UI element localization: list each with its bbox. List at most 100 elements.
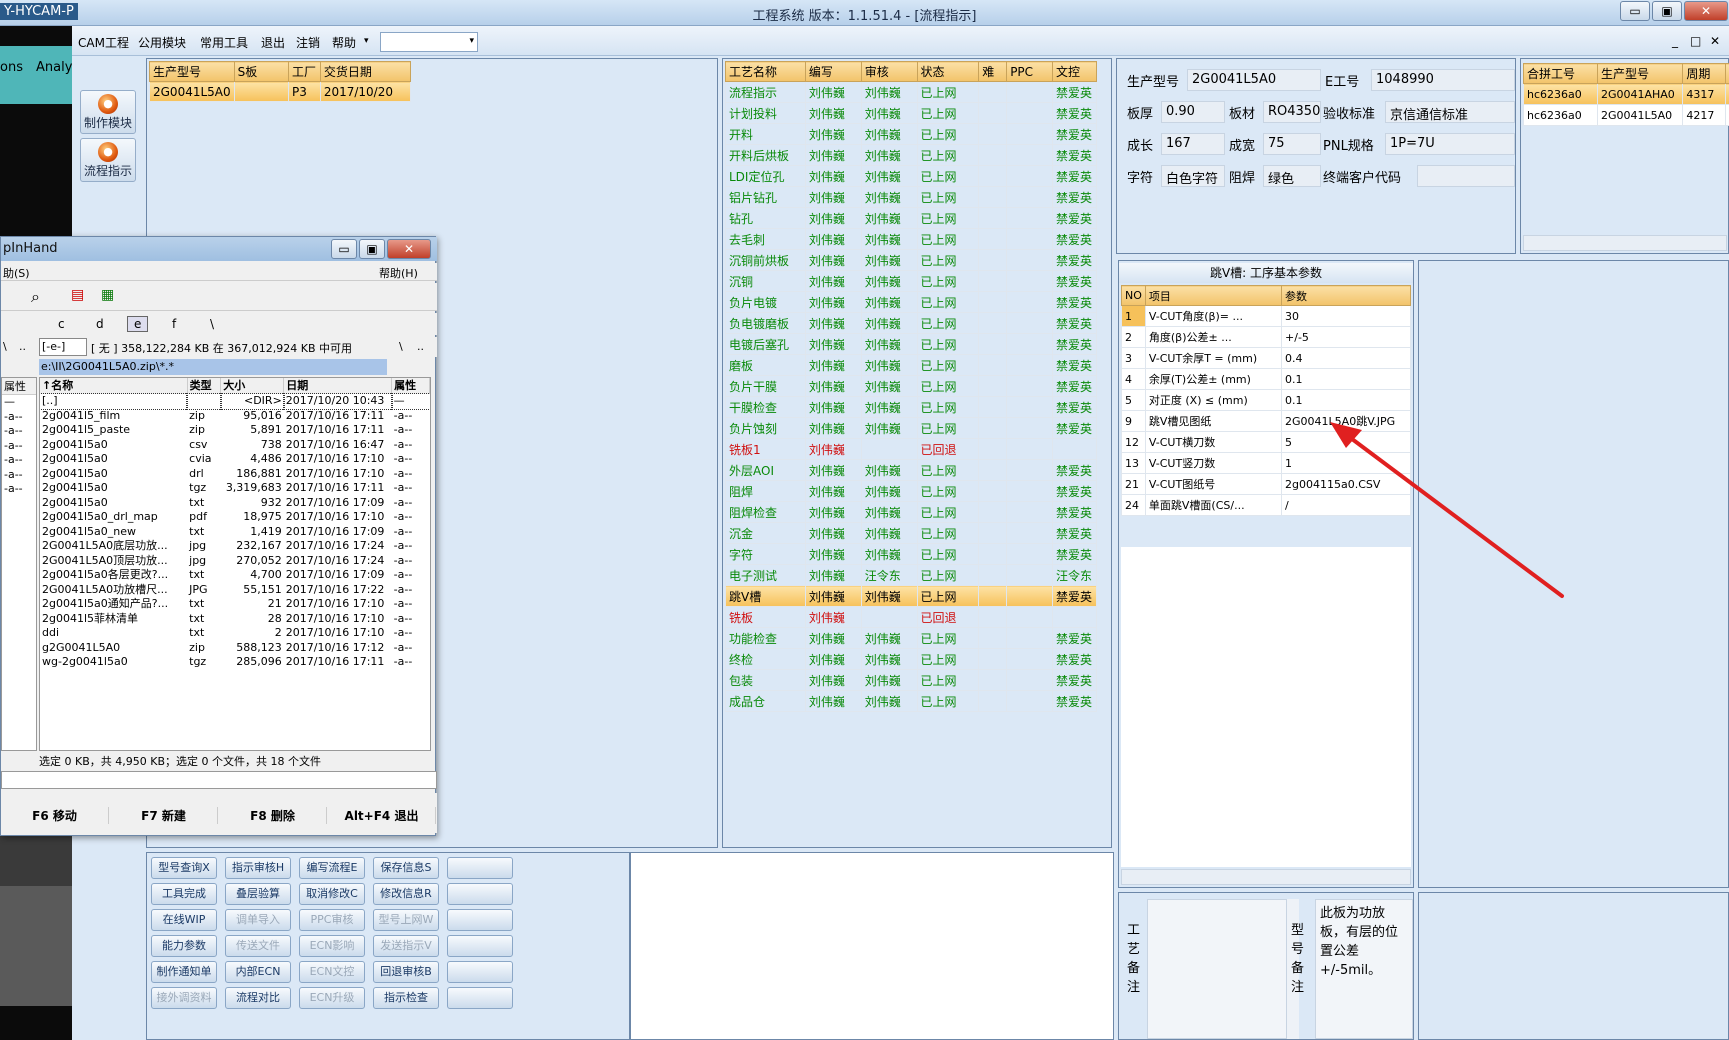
process-grid-row[interactable]: 包装 刘伟巍 刘伟巍 已上网 禁爱英 (725, 669, 1098, 691)
material-field[interactable]: RO4350B (1263, 101, 1321, 123)
action-button[interactable]: 发送指示V (373, 935, 439, 957)
action-button[interactable]: PPC审核 (299, 909, 365, 931)
drive-button-4[interactable]: \ (203, 316, 221, 332)
process-grid-row[interactable]: 阻焊 刘伟巍 刘伟巍 已上网 禁爱英 (725, 480, 1098, 502)
action-button[interactable] (447, 857, 513, 879)
fm-file-row[interactable]: 2g0041l5a0_drl_map pdf 18,975 2017/10/16 17… (40, 510, 430, 525)
mdi-minimize[interactable]: _ (1672, 34, 1678, 48)
menu-cam-project[interactable]: CAM工程 (78, 34, 129, 51)
process-grid-row[interactable]: 计划投料 刘伟巍 刘伟巍 已上网 禁爱英 (725, 102, 1098, 124)
param-grid-header[interactable]: 项目 (1144, 285, 1283, 306)
action-button[interactable]: 工具完成 (151, 883, 217, 905)
action-button[interactable]: ECN影响 (299, 935, 365, 957)
process-grid-row[interactable]: 功能检查 刘伟巍 刘伟巍 已上网 禁爱英 (725, 627, 1098, 649)
action-button[interactable]: 指示审核H (225, 857, 291, 879)
fm-drive-combo[interactable]: [-e-] (39, 338, 87, 356)
process-grid-row[interactable]: 铣板 刘伟巍 已回退 (725, 606, 1098, 628)
fm-file-header[interactable]: 日期 (283, 378, 393, 394)
fm-file-row[interactable]: 2g0041l5_paste zip 5,891 2017/10/16 17:11 -a… (40, 423, 430, 438)
menu-help[interactable]: 帮助 (332, 34, 356, 51)
fm-left-nav-back[interactable]: \ (3, 340, 7, 353)
process-grid-row[interactable]: 负片电镀 刘伟巍 刘伟巍 已上网 禁爱英 (725, 291, 1098, 313)
process-grid-row[interactable]: 电子测试 刘伟巍 汪令东 已上网 汪令东 (725, 564, 1098, 586)
job-grid-row[interactable]: 2G0041L5A0 P3 2017/10/20 (149, 81, 412, 102)
process-grid-row[interactable]: 负片蚀刻 刘伟巍 刘伟巍 已上网 禁爱英 (725, 417, 1098, 439)
solder-mask-field[interactable]: 绿色 (1263, 165, 1321, 187)
fm-file-header[interactable]: 属性 (391, 378, 430, 394)
fm-left-attr-header[interactable]: 属性 (2, 378, 36, 395)
process-grid-header[interactable]: PPC (1006, 61, 1053, 82)
thickness-field[interactable]: 0.90 (1161, 101, 1225, 123)
fm-file-row[interactable]: ddi txt 2 2017/10/16 17:10 -a-- (40, 626, 430, 641)
fm-menu-help[interactable]: 帮助(H) (379, 265, 418, 281)
process-grid-row[interactable]: 沉铜前烘板 刘伟巍 刘伟巍 已上网 禁爱英 (725, 249, 1098, 271)
param-grid-row[interactable]: 2 角度(β)公差± ... +/-5 (1121, 326, 1411, 348)
action-button[interactable] (447, 961, 513, 983)
drive-button-1[interactable]: d (89, 316, 111, 332)
action-button[interactable]: 调单导入 (225, 909, 291, 931)
action-button[interactable]: 制作通知单 (151, 961, 217, 983)
action-button[interactable]: 能力参数 (151, 935, 217, 957)
process-grid-row[interactable]: 字符 刘伟巍 刘伟巍 已上网 禁爱英 (725, 543, 1098, 565)
param-grid-row[interactable]: 4 余厚(T)公差± (mm) 0.1 (1121, 368, 1411, 390)
fkey-button-0[interactable]: F6 移动 (1, 807, 109, 824)
fm-file-row[interactable]: 2G0041L5A0功放槽尺... JPG 55,151 2017/10/16 17:… (40, 583, 430, 598)
process-grid-row[interactable]: 铝片钻孔 刘伟巍 刘伟巍 已上网 禁爱英 (725, 186, 1098, 208)
flow-indicator-button[interactable]: ● 流程指示 (80, 138, 136, 182)
action-button[interactable] (447, 935, 513, 957)
fm-file-row[interactable]: 2G0041L5A0顶层功放... jpg 270,052 2017/10/16 17… (40, 554, 430, 569)
fm-file-header[interactable]: ↑名称 (40, 378, 188, 394)
model-note-textarea[interactable]: 此板为功放板，有层的位置公差+/-5mil。 (1315, 899, 1413, 1039)
action-button[interactable]: 接外调资料 (151, 987, 217, 1009)
binoculars-icon[interactable]: ⌕ (31, 287, 40, 307)
excel-icon[interactable]: ▦ (101, 287, 114, 303)
job-grid-header[interactable]: 交货日期 (319, 61, 412, 82)
merge-horizontal-scrollbar[interactable] (1523, 235, 1727, 251)
fm-file-row[interactable]: 2g0041l5a0 drl 186,881 2017/10/16 17:10 -a-- (40, 467, 430, 482)
process-grid-header[interactable]: 编写 (804, 61, 862, 82)
merge-grid-row[interactable]: hc6236a02G0041L5A04217WWYY/ (1523, 104, 1729, 126)
process-grid-header[interactable]: 审核 (860, 61, 918, 82)
restore-button[interactable]: ▣ (1652, 1, 1682, 21)
action-button[interactable]: 编写流程E (299, 857, 365, 879)
action-button[interactable]: ECN文控 (299, 961, 365, 983)
fm-left-nav-up[interactable]: .. (19, 340, 26, 353)
fm-file-row[interactable]: wg-2g0041l5a0 tgz 285,096 2017/10/16 17:11-… (40, 655, 430, 670)
param-grid-cell[interactable]: 0.1 (1281, 389, 1411, 411)
fm-menu-tools[interactable]: 助(S) (3, 265, 30, 281)
process-grid-row[interactable]: 沉铜 刘伟巍 刘伟巍 已上网 禁爱英 (725, 270, 1098, 292)
fm-file-row[interactable]: 2g0041l5a0 txt 932 2017/10/16 17:09 -a-- (40, 496, 430, 511)
process-grid-row[interactable]: 负片干膜 刘伟巍 刘伟巍 已上网 禁爱英 (725, 375, 1098, 397)
process-grid-row[interactable]: LDI定位孔 刘伟巍 刘伟巍 已上网 禁爱英 (725, 165, 1098, 187)
fkey-button-1[interactable]: F7 新建 (110, 807, 218, 824)
action-button[interactable]: 回退审核B (373, 961, 439, 983)
length-field[interactable]: 167 (1161, 133, 1225, 155)
process-note-textarea[interactable] (1147, 899, 1287, 1039)
action-button[interactable]: 传送文件 (225, 935, 291, 957)
action-button[interactable]: 修改信息R (373, 883, 439, 905)
model-field[interactable]: 2G0041L5A0 (1187, 69, 1321, 91)
fm-nav-back[interactable]: \ (399, 340, 403, 353)
character-field[interactable]: 白色字符 (1161, 165, 1225, 187)
process-grid-row[interactable]: 干膜检查 刘伟巍 刘伟巍 已上网 禁爱英 (725, 396, 1098, 418)
fm-command-line[interactable] (1, 771, 437, 789)
drive-button-3[interactable]: f (165, 316, 183, 332)
param-grid-header[interactable]: NO (1121, 285, 1146, 306)
process-grid-row[interactable]: 电镀后塞孔 刘伟巍 刘伟巍 已上网 禁爱英 (725, 333, 1098, 355)
mdi-restore[interactable]: □ (1690, 34, 1701, 48)
menu-logout[interactable]: 注销 (296, 34, 320, 51)
fkey-button-2[interactable]: F8 删除 (219, 807, 327, 824)
process-grid-row[interactable]: 跳V槽 刘伟巍 刘伟巍 已上网 禁爱英 (725, 585, 1098, 607)
fm-nav-up[interactable]: .. (417, 340, 424, 353)
pdf-icon[interactable]: ▤ (71, 287, 84, 303)
action-button[interactable]: 型号查询X (151, 857, 217, 879)
fm-file-row[interactable]: 2g0041l5菲林清单 txt 28 2017/10/16 17:10 -a-- (40, 612, 430, 627)
menu-exit[interactable]: 退出 (261, 34, 285, 51)
close-button[interactable]: ✕ (1684, 1, 1728, 21)
width-field[interactable]: 75 (1263, 133, 1321, 155)
action-button[interactable]: 保存信息S (373, 857, 439, 879)
process-grid-row[interactable]: 外层AOI 刘伟巍 刘伟巍 已上网 禁爱英 (725, 459, 1098, 481)
fm-file-row[interactable]: 2g0041l5a0_new txt 1,419 2017/10/16 17:09 -a… (40, 525, 430, 540)
param-grid-cell[interactable]: 0.4 (1281, 347, 1411, 369)
fm-file-row[interactable]: 2g0041l5a0 csv 738 2017/10/16 16:47 -a-- (40, 438, 430, 453)
